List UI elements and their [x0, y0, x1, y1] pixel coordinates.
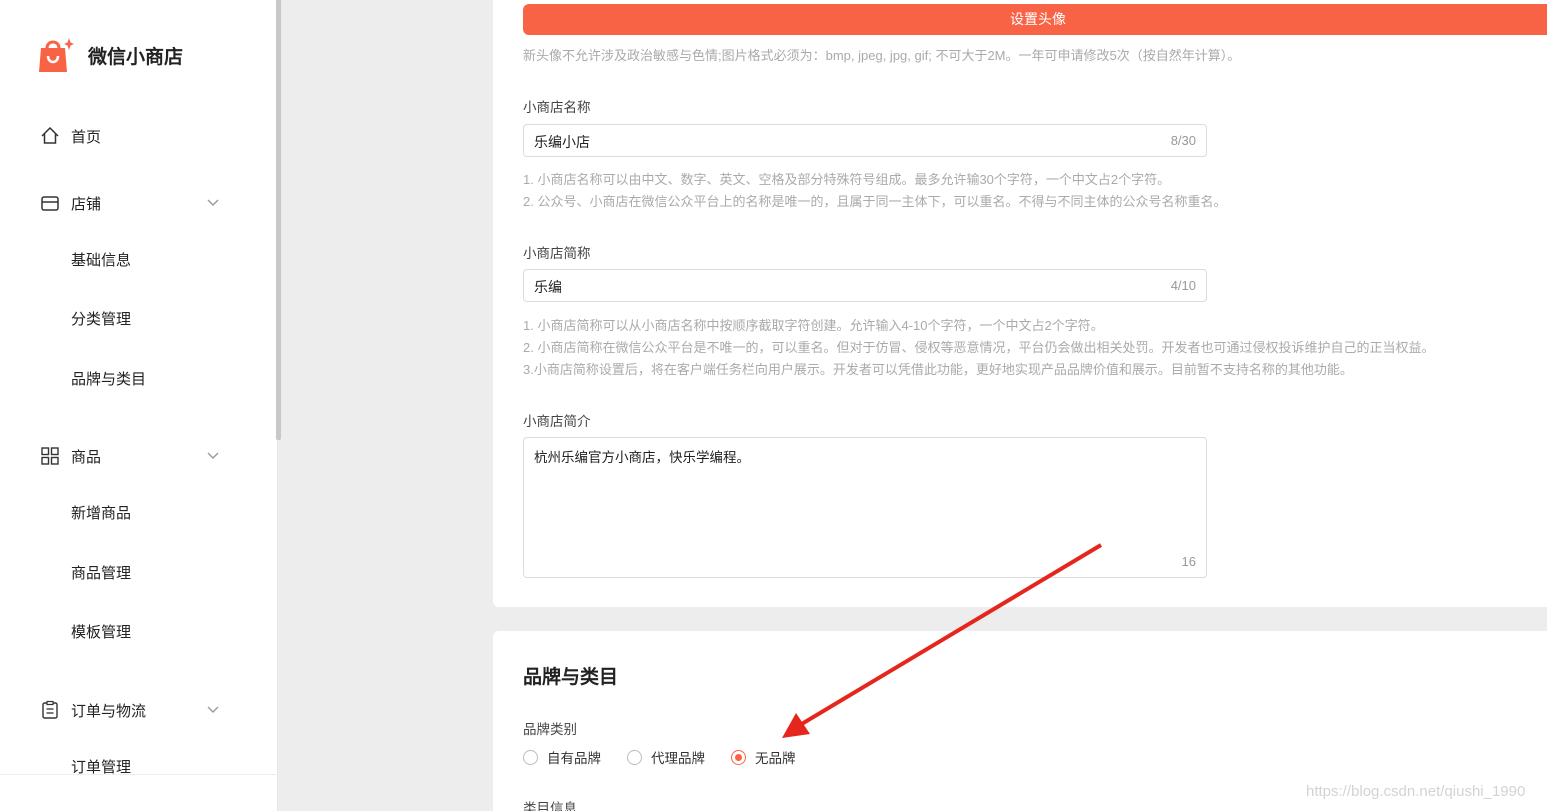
radio-agent-brand-label: 代理品牌	[651, 751, 705, 766]
intro-value: 杭州乐编官方小商店，快乐学编程。	[534, 450, 750, 465]
radio-circle-checked[interactable]	[731, 749, 746, 765]
radio-circle[interactable]	[627, 749, 642, 765]
sidebar-item-category[interactable]: 分类管理	[71, 308, 131, 329]
radio-own-brand[interactable]: 自有品牌	[523, 747, 601, 767]
chevron-down-icon[interactable]	[206, 702, 220, 716]
shop-name-hint-1: 1. 小商店名称可以由中文、数字、英文、空格及部分特殊符号组成。最多允许输30个…	[523, 172, 1171, 187]
radio-circle[interactable]	[523, 749, 538, 765]
nav-home[interactable]: 首页	[40, 124, 220, 148]
nav-goods-label: 商品	[71, 448, 102, 466]
divider	[0, 774, 278, 775]
chevron-down-icon[interactable]	[206, 448, 220, 462]
sidebar-item-goods-manage[interactable]: 商品管理	[71, 562, 131, 583]
intro-count: 16	[1181, 554, 1196, 569]
shop-name-hint-2: 2. 公众号、小商店在微信公众平台上的名称是唯一的，且属于同一主体下，可以重名。…	[523, 194, 1227, 209]
home-icon	[40, 126, 60, 146]
clipboard-icon	[40, 700, 60, 720]
grid-icon	[40, 446, 60, 466]
nav-goods[interactable]: 商品	[40, 444, 220, 468]
sidebar: 微信小商店 首页 店铺 基础信息 分类管理 品牌与类目 商品 新增商品 商品管理…	[0, 0, 278, 811]
logo-text: 微信小商店	[88, 46, 184, 68]
shopping-bag-icon	[36, 36, 74, 74]
avatar-hint: 新头像不允许涉及政治敏感与色情;图片格式必须为：bmp, jpeg, jpg, …	[523, 48, 1241, 63]
brand-type-radio-group: 自有品牌 代理品牌 无品牌	[523, 747, 822, 767]
store-icon	[40, 193, 60, 213]
sidebar-item-add-goods[interactable]: 新增商品	[71, 502, 131, 523]
sidebar-scrollbar[interactable]	[276, 0, 281, 440]
short-name-input[interactable]: 乐编 4/10	[523, 269, 1207, 302]
short-name-count: 4/10	[1170, 278, 1196, 293]
shop-name-label: 小商店名称	[523, 100, 591, 115]
intro-textarea[interactable]: 杭州乐编官方小商店，快乐学编程。 16	[523, 437, 1207, 578]
watermark: https://blog.csdn.net/qiushi_1990	[1306, 783, 1526, 800]
nav-shop[interactable]: 店铺	[40, 191, 220, 215]
radio-agent-brand[interactable]: 代理品牌	[627, 747, 705, 767]
nav-orders[interactable]: 订单与物流	[40, 698, 220, 722]
sidebar-item-brand[interactable]: 品牌与类目	[71, 368, 146, 389]
short-name-hint-1: 1. 小商店简称可以从小商店名称中按顺序截取字符创建。允许输入4-10个字符，一…	[523, 318, 1104, 333]
logo[interactable]: 微信小商店	[36, 36, 183, 74]
radio-no-brand-label: 无品牌	[755, 751, 796, 766]
shop-name-value: 乐编小店	[534, 134, 590, 150]
short-name-label: 小商店简称	[523, 246, 591, 261]
short-name-hint-2: 2. 小商店简称在微信公众平台是不唯一的，可以重名。但对于仿冒、侵权等恶意情况，…	[523, 340, 1435, 355]
brand-section-title: 品牌与类目	[523, 667, 619, 688]
set-avatar-button[interactable]: 设置头像	[523, 4, 1547, 35]
radio-own-brand-label: 自有品牌	[547, 751, 601, 766]
shop-name-count: 8/30	[1170, 133, 1196, 148]
nav-orders-label: 订单与物流	[71, 702, 147, 720]
radio-no-brand[interactable]: 无品牌	[731, 747, 796, 767]
category-info-label: 类目信息	[523, 801, 577, 811]
short-name-hint-3: 3.小商店简称设置后，将在客户端任务栏向用户展示。开发者可以凭借此功能，更好地实…	[523, 362, 1353, 377]
sidebar-item-template[interactable]: 模板管理	[71, 621, 131, 642]
sidebar-item-basic-info[interactable]: 基础信息	[71, 249, 131, 270]
intro-label: 小商店简介	[523, 414, 591, 429]
nav-home-label: 首页	[71, 128, 102, 146]
short-name-value: 乐编	[534, 279, 562, 295]
chevron-down-icon[interactable]	[206, 195, 220, 209]
nav-shop-label: 店铺	[71, 195, 102, 213]
shop-name-input[interactable]: 乐编小店 8/30	[523, 124, 1207, 157]
brand-type-label: 品牌类别	[523, 722, 577, 737]
